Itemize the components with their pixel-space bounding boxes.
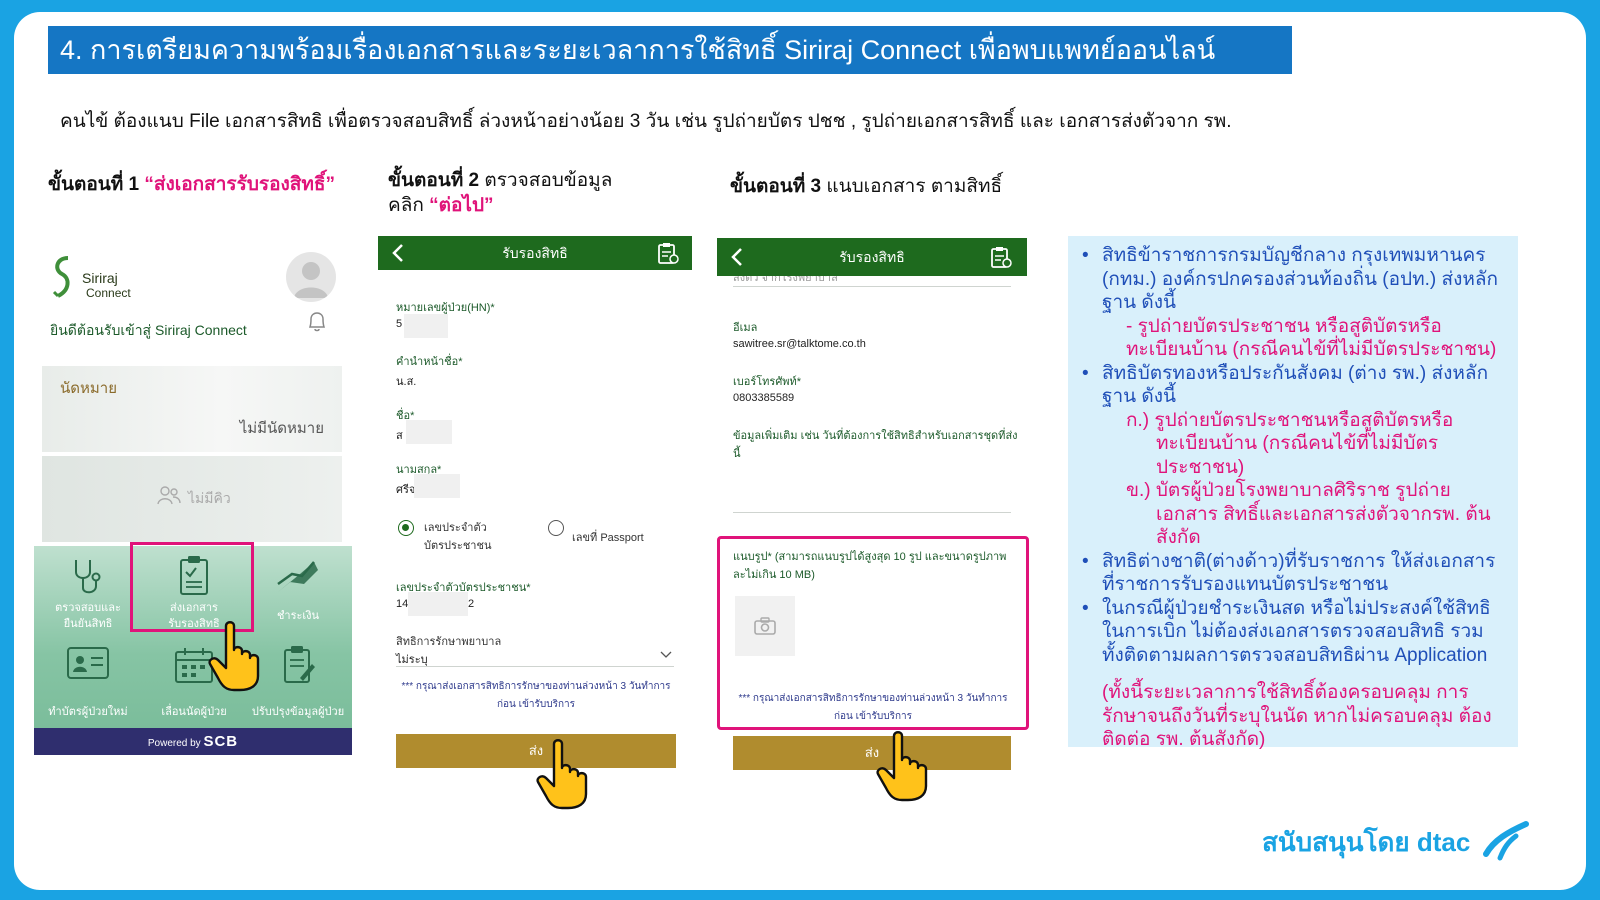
- info-bullet-1: • สิทธิข้าราชการกรมบัญชีกลาง กรุงเทพมหานค…: [1078, 244, 1504, 362]
- back-arrow-icon[interactable]: [390, 242, 406, 264]
- slide: 4. การเตรียมความพร้อมเรื่องเอกสารและระยะ…: [14, 12, 1586, 890]
- phone-label: เบอร์โทรศัพท์*: [733, 376, 802, 388]
- step3-heading: ขั้นตอนที่ 3 แนบเอกสาร ตามสิทธิ์: [730, 176, 1003, 197]
- phone3-send-button[interactable]: ส่ง: [733, 736, 1011, 770]
- radio-passport-label: เลขที่ Passport: [572, 532, 644, 544]
- rights-label: สิทธิการรักษาพยาบาล: [396, 636, 502, 648]
- surname-value[interactable]: ศรีจ: [396, 480, 415, 498]
- step2-heading: ขั้นตอนที่ 2 ตรวจสอบข้อมูล คลิก “ต่อไป”: [388, 170, 613, 216]
- email-value[interactable]: sawitree.sr@talktome.co.th: [733, 338, 866, 350]
- camera-icon: [754, 617, 776, 635]
- brand-sub: Connect: [86, 286, 131, 300]
- intro-text: คนไข้ ต้องแนบ File เอกสารสิทธิ เพื่อตรวจ…: [60, 111, 1232, 132]
- edit-doc-icon: [284, 646, 315, 683]
- prefix-label: คำนำหน้าชื่อ*: [396, 356, 463, 368]
- step1-heading: ขั้นตอนที่ 1 “ส่งเอกสารรับรองสิทธิ์”: [48, 174, 336, 195]
- phone3-header: รับรองสิทธิ: [717, 238, 1027, 276]
- pointing-hand-icon: [536, 739, 588, 810]
- payment-icon: [277, 561, 318, 592]
- bell-icon[interactable]: [306, 310, 328, 334]
- prefix-value[interactable]: น.ส.: [396, 372, 416, 390]
- sponsor-text: สนับสนุนโดย dtac: [1262, 827, 1471, 857]
- radio-id-label-2: บัตรประชาชน: [424, 540, 492, 552]
- phone-value[interactable]: 0803385589: [733, 392, 794, 404]
- pointing-hand-icon: [208, 621, 260, 692]
- divider: [733, 286, 1011, 287]
- redaction-mask: [404, 314, 448, 338]
- powered-by-footer: Powered by SCB: [34, 728, 352, 755]
- phone2-verify-screen: รับรองสิทธิ หมายเลขผู้ป่วย(HN)* 5 คำนำหน…: [378, 236, 692, 768]
- extra-info-label: ข้อมูลเพิ่มเติม เช่น วันที่ต้องการใช้สิท…: [733, 430, 1018, 460]
- welcome-text: ยินดีต้อนรับเข้าสู่ Siriraj Connect: [50, 322, 247, 338]
- add-photo-button[interactable]: [735, 596, 795, 656]
- queue-card[interactable]: ไม่มีคิว: [42, 456, 342, 542]
- document-list-icon[interactable]: [656, 241, 680, 265]
- people-icon: [157, 486, 181, 505]
- email-label: อีเมล: [733, 322, 758, 334]
- appointment-card[interactable]: นัดหมาย ไม่มีนัดหมาย: [42, 366, 342, 452]
- idcard-value-end: 2: [468, 598, 475, 610]
- info-bullet-2-b: ข.) บัตรผู้ป่วยโรงพยาบาลศิริราช รูปถ่ายเ…: [1126, 480, 1491, 548]
- phone3-attach-screen: รับรองสิทธิ ส่งตัว จากโรงพยาบาล อีเมล sa…: [717, 236, 1031, 770]
- redaction-mask: [408, 592, 468, 616]
- info-bullet-2: • สิทธิบัตรทองหรือประกันสังคม (ต่าง รพ.) …: [1078, 362, 1504, 550]
- brand-name: Siriraj: [82, 270, 118, 286]
- info-bullet-2-a: ก.) รูปถ่ายบัตรประชาชนหรือสูติบัตรหรือ ท…: [1126, 409, 1454, 478]
- highlight-send-documents: [130, 542, 254, 632]
- stethoscope-icon: [75, 560, 101, 594]
- queue-status: ไม่มีคิว: [188, 490, 231, 506]
- info-bullet-4: • ในกรณีผู้ป่วยชำระเงินสด หรือไม่ประสงค์ใ…: [1082, 597, 1491, 666]
- chevron-down-icon[interactable]: [660, 650, 672, 660]
- redaction-mask: [414, 474, 460, 498]
- avatar[interactable]: [286, 252, 336, 302]
- info-bullet-1-sub: - รูปถ่ายบัตรประชาชน หรือสูติบัตรหรือ ทะ…: [1126, 315, 1497, 361]
- rights-info-box: • สิทธิข้าราชการกรมบัญชีกลาง กรุงเทพมหานค…: [1068, 236, 1518, 750]
- menu-check-rights[interactable]: ตรวจสอบและ ยืนยันสิทธิ: [38, 552, 138, 632]
- radio-id-card[interactable]: [398, 520, 414, 536]
- radio-passport[interactable]: [548, 520, 564, 536]
- phone2-note: *** กรุณาส่งเอกสารสิทธิการรักษาของท่านล่…: [401, 681, 671, 710]
- document-list-icon[interactable]: [989, 245, 1013, 269]
- idcard-value-start[interactable]: 14: [396, 598, 408, 610]
- attach-label: แนบรูป* (สามารถแนบรูปได้สูงสุด 10 รูป แล…: [733, 551, 1007, 581]
- hn-value[interactable]: 5: [396, 318, 402, 330]
- back-arrow-icon[interactable]: [729, 246, 745, 268]
- appointment-title: นัดหมาย: [60, 380, 117, 397]
- phone2-header-title: รับรองสิทธิ: [502, 245, 568, 261]
- siriraj-logo-icon: [52, 256, 70, 298]
- phone3-header-title: รับรองสิทธิ: [839, 249, 905, 265]
- redaction-mask: [406, 420, 452, 444]
- phone1-home-screen: Siriraj Connect ยินดีต้อนรับเข้าสู่ Siri…: [34, 240, 352, 755]
- info-remark: (ทั้งนี้ระยะเวลาการใช้สิทธิ์ต้องครอบคลุม…: [1102, 682, 1492, 750]
- radio-id-label-1: เลขประจำตัว: [424, 522, 487, 534]
- appointment-status: ไม่มีนัดหมาย: [239, 420, 324, 437]
- dtac-logo-icon: [1483, 821, 1529, 861]
- name-value[interactable]: ส: [396, 426, 403, 444]
- phone3-note: *** กรุณาส่งเอกสารสิทธิการรักษาของท่านล่…: [738, 693, 1008, 722]
- rights-underline: [396, 666, 674, 667]
- pointing-hand-icon: [876, 731, 928, 802]
- menu-new-card[interactable]: ทำบัตรผู้ป่วยใหม่: [38, 642, 138, 722]
- phone2-header: รับรองสิทธิ: [378, 236, 692, 270]
- info-bullet-3: • สิทธิต่างชาติ(ต่างด้าว)ที่รับราชการ ให้…: [1082, 550, 1496, 596]
- slide-title: 4. การเตรียมความพร้อมเรื่องเอกสารและระยะ…: [48, 26, 1292, 74]
- extra-info-underline[interactable]: [733, 512, 1011, 513]
- scrolled-text: ส่งตัว จากโรงพยาบาล: [733, 276, 838, 284]
- id-card-icon: [67, 647, 109, 679]
